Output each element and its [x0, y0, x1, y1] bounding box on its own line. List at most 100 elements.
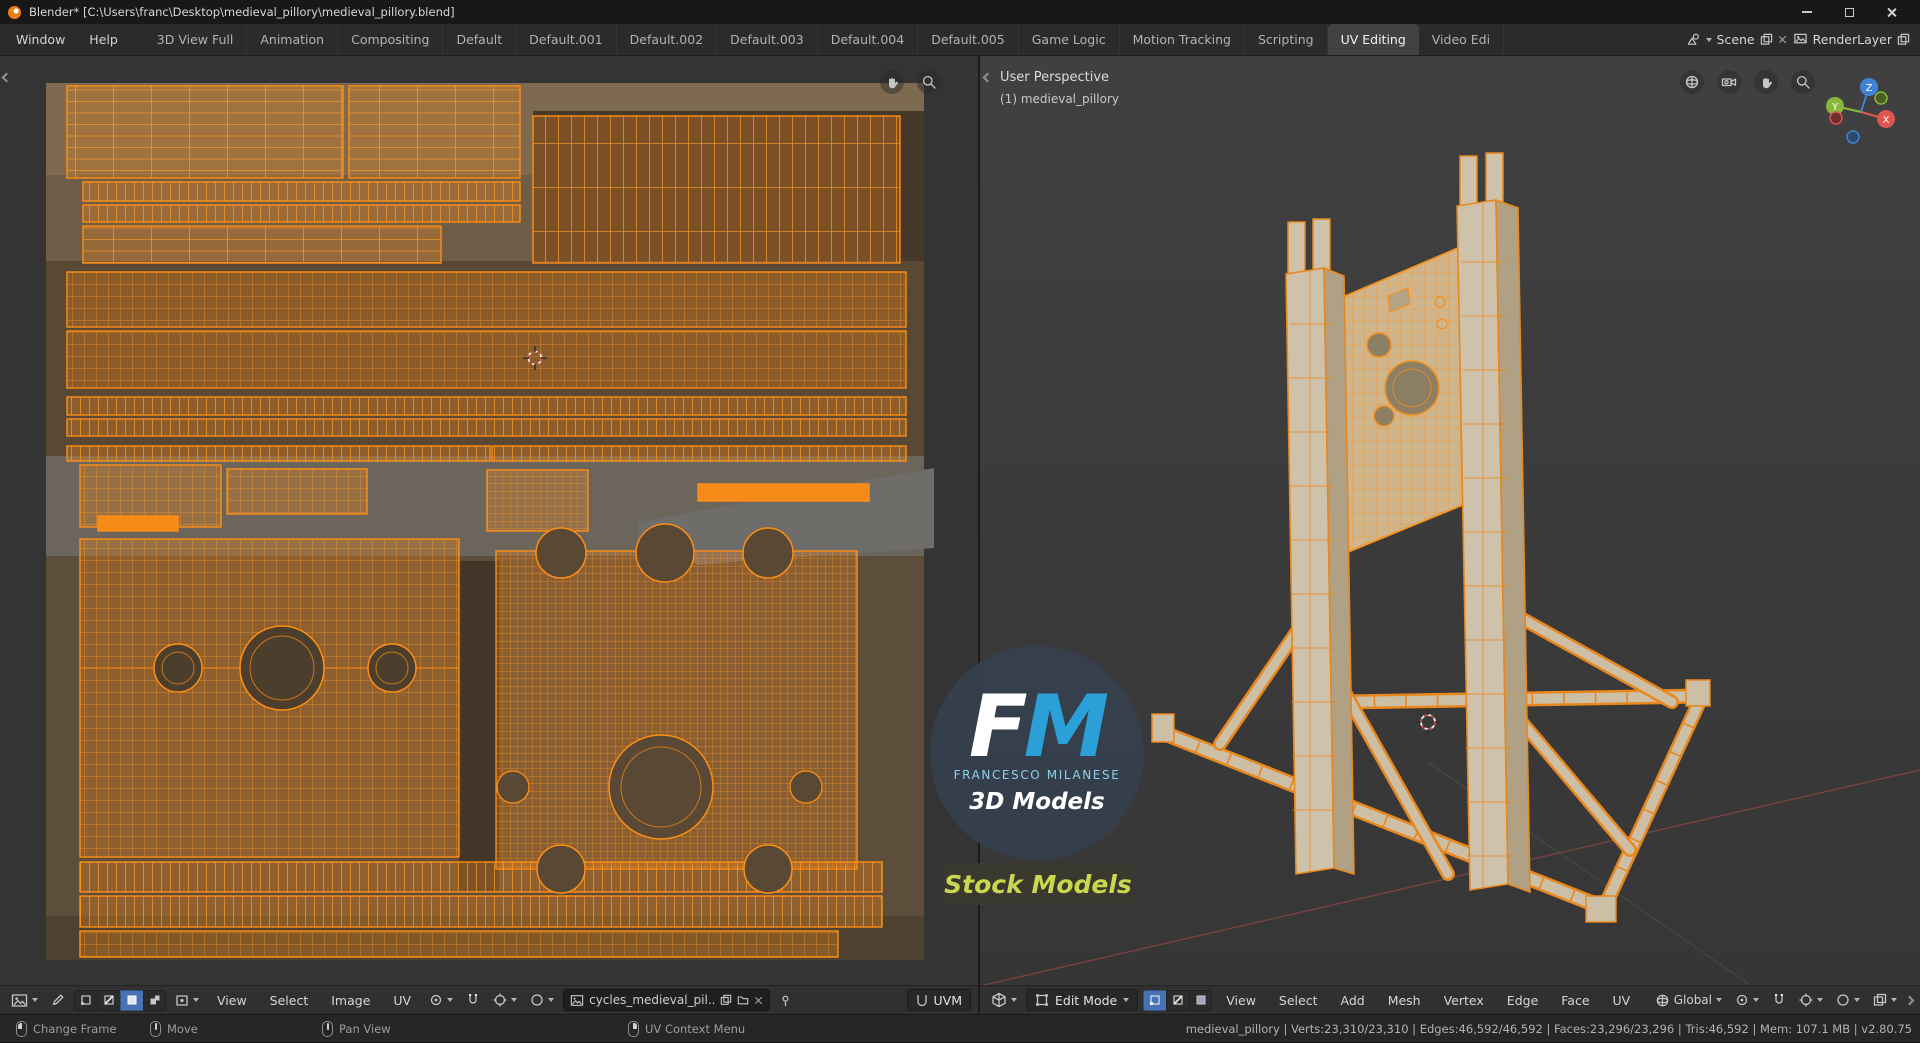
tab-compositing[interactable]: Compositing	[338, 24, 444, 55]
minimize-button[interactable]	[1786, 0, 1828, 24]
uv-island-solid[interactable]	[697, 483, 870, 502]
open-folder-icon[interactable]	[737, 994, 749, 1006]
v3d-menu-add[interactable]: Add	[1331, 989, 1373, 1011]
zoom-icon[interactable]	[1791, 70, 1815, 94]
uv-select-face-button[interactable]	[120, 989, 143, 1011]
new-scene-icon[interactable]	[1760, 33, 1773, 46]
viewport-editor-type-button[interactable]	[987, 990, 1021, 1011]
uv-island-solid[interactable]	[97, 515, 179, 532]
navigation-gizmo[interactable]: Z X Y	[1823, 74, 1899, 150]
gizmo-negative-z[interactable]	[1846, 130, 1860, 144]
zoom-icon[interactable]	[917, 70, 941, 94]
camera-view-icon[interactable]	[1717, 70, 1741, 94]
pan-hand-icon[interactable]	[1754, 70, 1778, 94]
unlink-scene-icon[interactable]	[1778, 35, 1787, 44]
uv-island[interactable]	[348, 85, 521, 179]
new-layer-icon[interactable]	[1897, 33, 1910, 46]
tab-default-002[interactable]: Default.002	[617, 24, 718, 55]
tab-3d-view-full[interactable]: 3D View Full	[144, 24, 248, 55]
uv-menu-image[interactable]: Image	[322, 989, 379, 1011]
v3d-menu-mesh[interactable]: Mesh	[1379, 989, 1430, 1011]
mode-dropdown[interactable]: Edit Mode	[1026, 989, 1139, 1011]
viewport-3d-cursor[interactable]	[1414, 708, 1442, 736]
uv-snap-magnet-button[interactable]	[462, 990, 484, 1011]
pillory-right-post[interactable]	[1456, 152, 1531, 894]
visibility-options-button[interactable]	[1869, 990, 1901, 1011]
menu-window[interactable]: Window	[4, 24, 77, 55]
duplicate-image-icon[interactable]	[720, 994, 732, 1006]
v3d-menu-vertex[interactable]: Vertex	[1435, 989, 1493, 1011]
sticky-selection-button[interactable]	[171, 990, 203, 1011]
tab-video-editing[interactable]: Video Edi	[1419, 24, 1505, 55]
pillory-left-post[interactable]	[1285, 218, 1355, 876]
pillory-right-diagonal-beam[interactable]	[1596, 688, 1710, 916]
close-button[interactable]	[1870, 0, 1912, 24]
toggle-xray-icon[interactable]	[1680, 70, 1704, 94]
menu-help[interactable]: Help	[77, 24, 130, 55]
uv-island[interactable]	[486, 469, 589, 532]
tab-default-001[interactable]: Default.001	[516, 24, 617, 55]
uv-menu-select[interactable]: Select	[261, 989, 318, 1011]
uv-island[interactable]	[79, 895, 883, 928]
uv-island[interactable]	[79, 930, 839, 958]
uv-proportional-edit-button[interactable]	[526, 990, 558, 1011]
uv-pivot-button[interactable]	[425, 990, 457, 1011]
tab-scripting[interactable]: Scripting	[1245, 24, 1328, 55]
image-datablock-field[interactable]: cycles_medieval_pil..	[563, 989, 771, 1011]
uv-menu-view[interactable]: View	[208, 989, 256, 1011]
uv-island[interactable]	[66, 396, 907, 416]
scene-selector[interactable]: Scene	[1686, 32, 1787, 47]
tab-motion-tracking[interactable]: Motion Tracking	[1120, 24, 1245, 55]
tab-uv-editing[interactable]: UV Editing	[1327, 24, 1419, 55]
v3d-menu-view[interactable]: View	[1217, 989, 1265, 1011]
v3d-menu-edge[interactable]: Edge	[1498, 989, 1547, 1011]
face-select-button[interactable]	[1189, 989, 1213, 1011]
pillory-model[interactable]	[1151, 152, 1711, 923]
tab-default-005[interactable]: Default.005	[918, 24, 1019, 55]
uv-island[interactable]	[82, 225, 442, 264]
uv-editor-canvas[interactable]	[0, 56, 978, 985]
uv-select-vertex-button[interactable]	[74, 989, 97, 1011]
snap-settings-button[interactable]	[1795, 990, 1827, 1011]
uv-island[interactable]	[66, 271, 907, 328]
tab-default-004[interactable]: Default.004	[818, 24, 919, 55]
uv-select-edge-button[interactable]	[97, 989, 120, 1011]
vertex-select-button[interactable]	[1143, 989, 1167, 1011]
uv-island[interactable]	[82, 181, 521, 202]
uv-snap-target-button[interactable]	[489, 990, 521, 1011]
tab-default-003[interactable]: Default.003	[717, 24, 818, 55]
uv-map-selector[interactable]: UVM	[906, 989, 971, 1011]
tab-default[interactable]: Default	[443, 24, 517, 55]
tab-animation[interactable]: Animation	[247, 24, 339, 55]
unlink-image-icon[interactable]	[754, 996, 763, 1005]
gizmo-x-axis[interactable]: X	[1883, 115, 1890, 126]
uv-island[interactable]	[491, 445, 907, 462]
uv-island[interactable]	[66, 445, 491, 462]
gizmo-negative-y[interactable]	[1874, 91, 1888, 105]
annotate-pen-button[interactable]	[47, 990, 69, 1011]
snap-toggle-button[interactable]	[1768, 990, 1790, 1011]
v3d-menu-select[interactable]: Select	[1270, 989, 1327, 1011]
uv-island[interactable]	[66, 85, 344, 179]
pivot-point-button[interactable]	[1731, 990, 1763, 1011]
uv-island[interactable]	[82, 204, 521, 223]
uv-island[interactable]	[226, 468, 368, 515]
gizmo-negative-x[interactable]	[1829, 111, 1843, 125]
viewport-3d-canvas[interactable]	[980, 56, 1920, 985]
v3d-menu-face[interactable]: Face	[1552, 989, 1598, 1011]
gizmo-z-axis[interactable]: Z	[1866, 83, 1873, 94]
uv-menu-uv[interactable]: UV	[384, 989, 420, 1011]
pin-image-button[interactable]	[775, 990, 796, 1011]
uv-editor-type-button[interactable]	[7, 990, 42, 1011]
edge-select-button[interactable]	[1166, 989, 1190, 1011]
maximize-button[interactable]	[1828, 0, 1870, 24]
uv-island[interactable]	[66, 330, 907, 389]
view-layer-selector[interactable]: RenderLayer	[1793, 32, 1910, 47]
tab-game-logic[interactable]: Game Logic	[1019, 24, 1120, 55]
proportional-edit-button[interactable]	[1832, 990, 1864, 1011]
uv-select-island-button[interactable]	[143, 989, 166, 1011]
pan-hand-icon[interactable]	[880, 70, 904, 94]
transform-orientation-dropdown[interactable]: Global	[1651, 990, 1726, 1011]
uv-island[interactable]	[66, 418, 907, 437]
uv-island[interactable]	[532, 115, 901, 264]
